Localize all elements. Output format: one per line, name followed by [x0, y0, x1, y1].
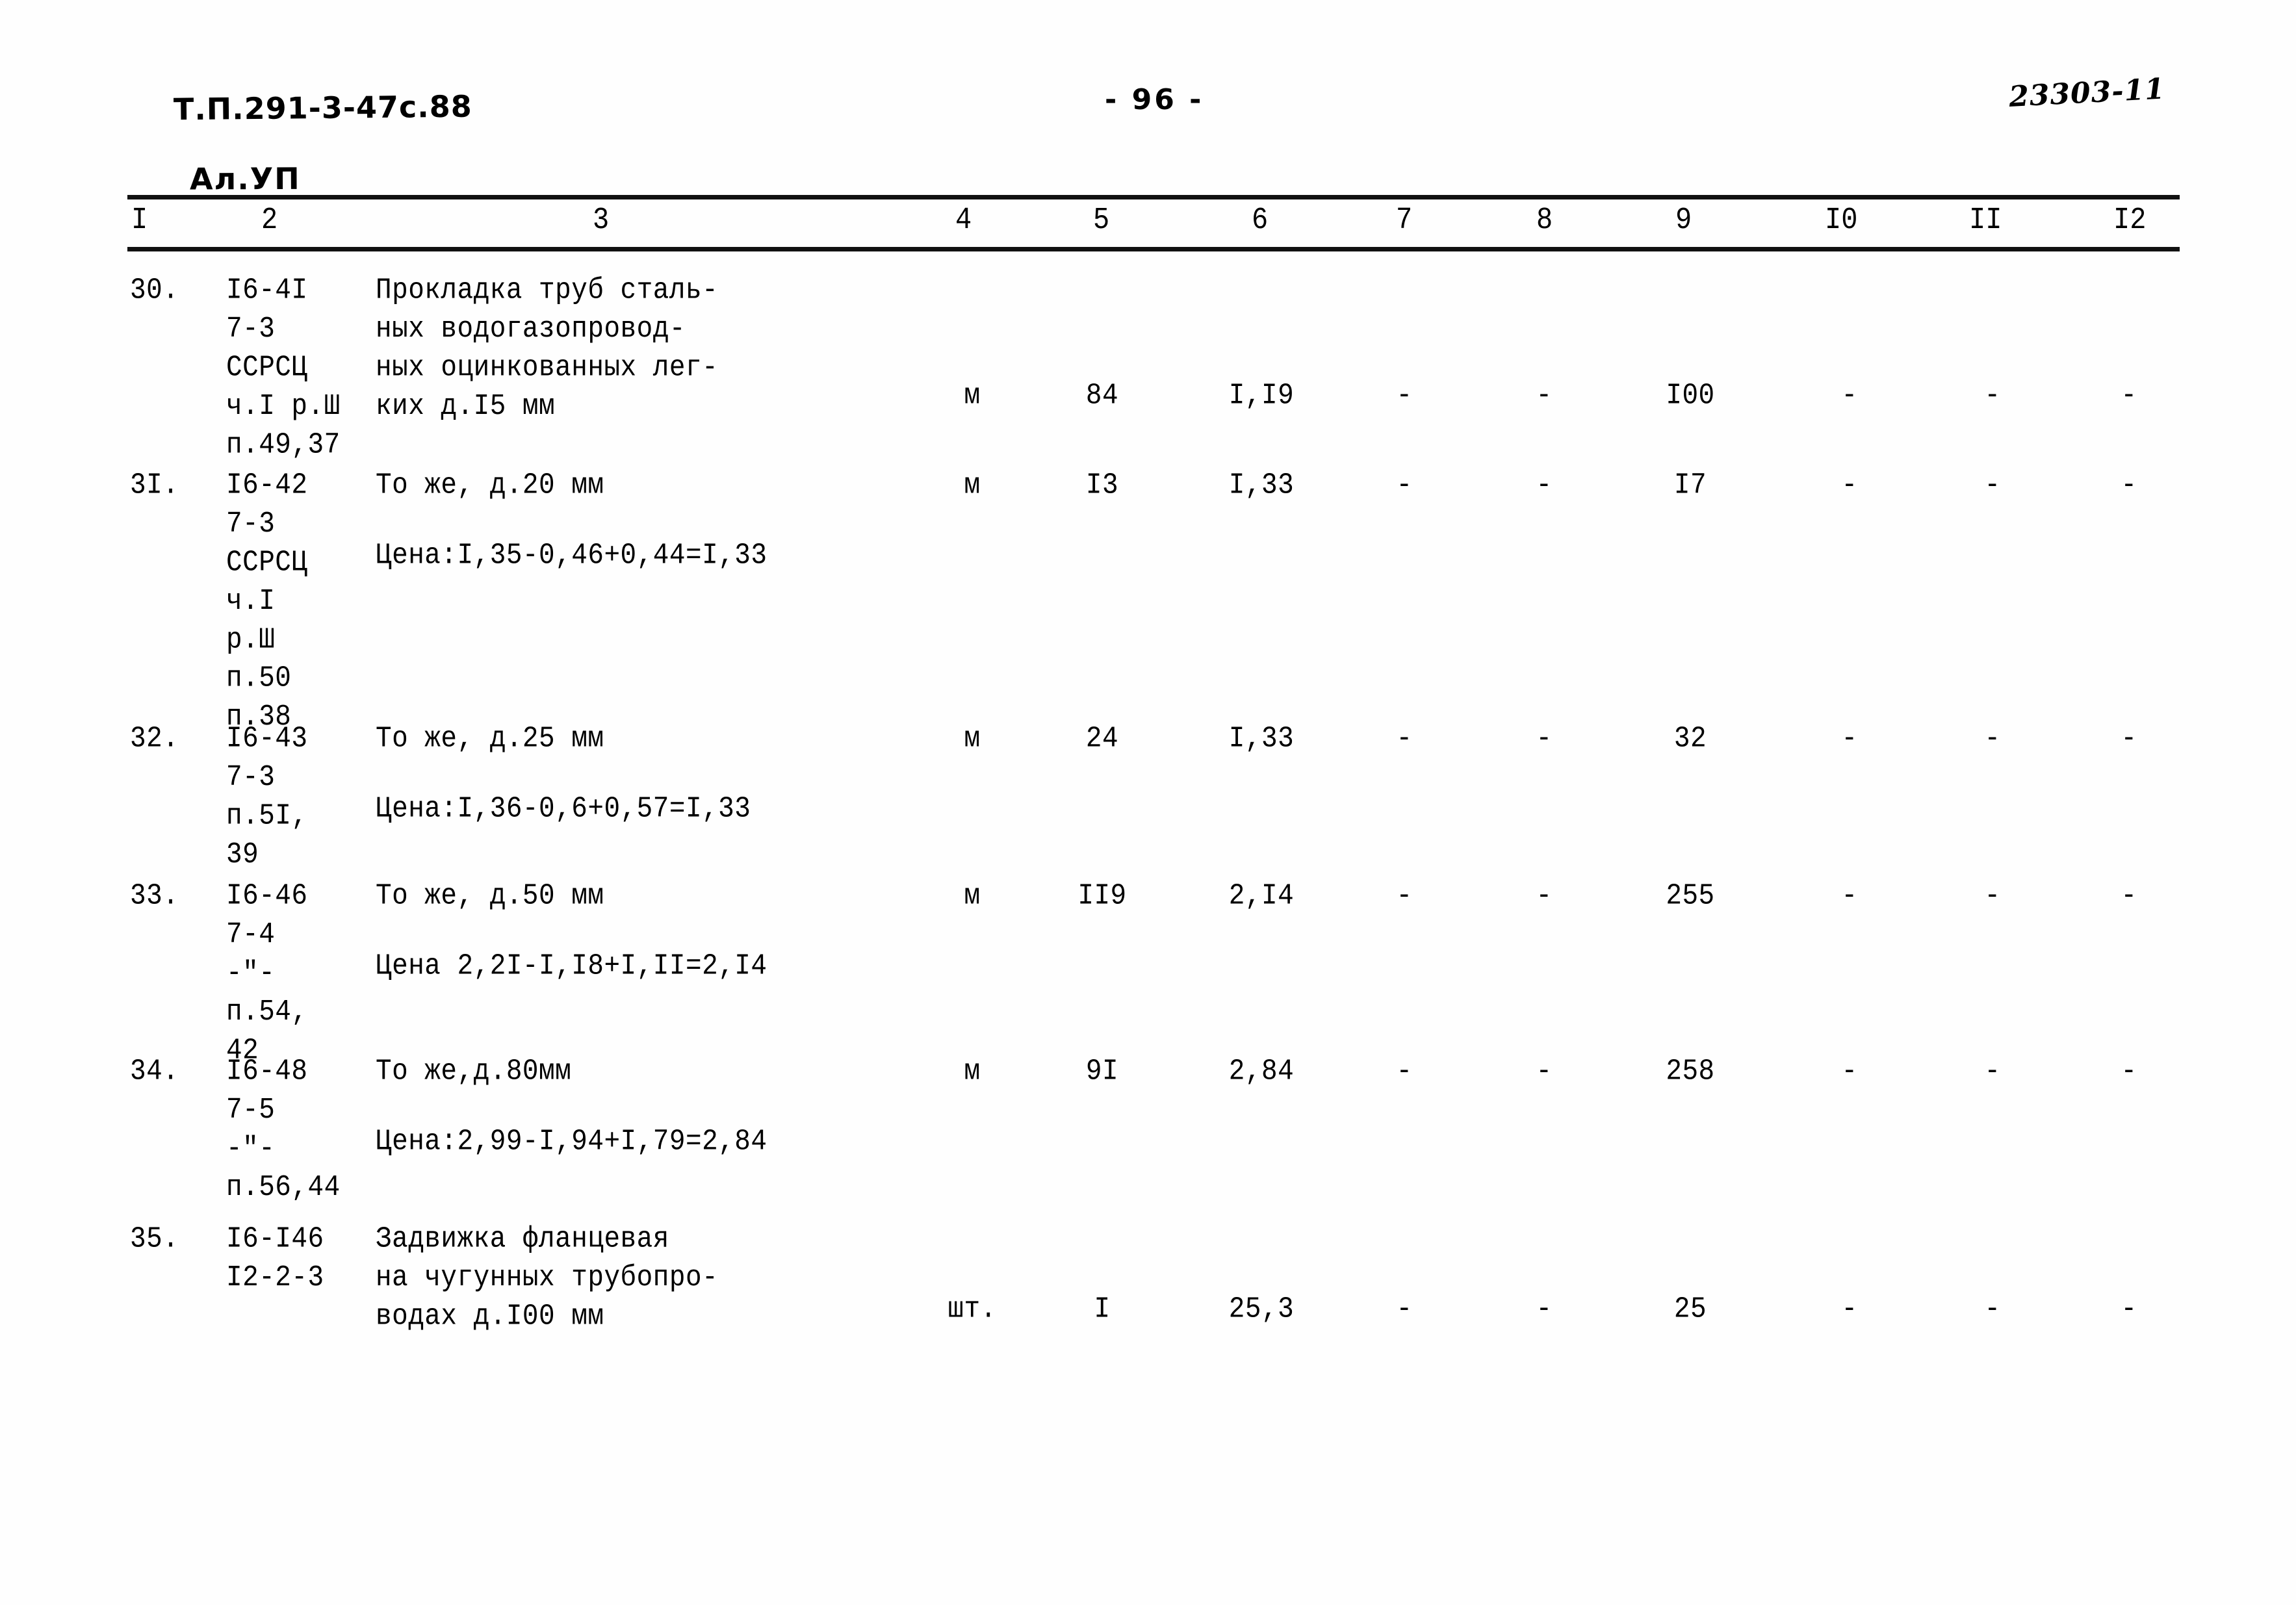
row-col11: - [1984, 379, 2001, 413]
row-col12: - [2121, 723, 2137, 756]
row-col8: - [1536, 1293, 1553, 1326]
column-header-12: I2 [2113, 203, 2147, 238]
row-col10: - [1841, 1055, 1858, 1088]
row-number: 30. [130, 274, 179, 307]
row-code: I6-46 7-4 -"- п.54, 42 [226, 880, 308, 1068]
row-col11: - [1984, 1293, 2001, 1326]
row-total: 25 [1673, 1293, 1707, 1326]
column-header-7: 7 [1396, 203, 1413, 238]
row-quantity: I3 [1085, 469, 1119, 502]
row-description: Задвижка фланцевая на чугунных трубопро-… [376, 1223, 719, 1333]
row-number: 35. [130, 1223, 179, 1256]
column-header-1: I [131, 203, 148, 238]
row-col7: - [1396, 880, 1413, 913]
row-col11: - [1984, 1055, 2001, 1088]
row-col7: - [1396, 469, 1413, 502]
row-col8: - [1536, 469, 1553, 502]
row-code: I6-43 7-3 п.5I, 39 [226, 723, 308, 872]
row-total: 32 [1673, 723, 1707, 756]
column-header-9: 9 [1675, 203, 1692, 238]
row-col8: - [1536, 723, 1553, 756]
row-number: 32. [130, 723, 179, 756]
row-unit: м [964, 723, 981, 756]
page-number: - 96 - [1105, 83, 1204, 116]
row-price: I,33 [1228, 723, 1295, 756]
column-header-11: II [1969, 203, 2002, 238]
row-col7: - [1396, 1055, 1413, 1088]
row-col10: - [1841, 379, 1858, 413]
row-unit: м [964, 880, 981, 913]
document-code-line2: Ал.УП [189, 160, 301, 197]
table-column-header-row: I 2 3 4 5 6 7 8 9 I0 II I2 [127, 203, 2180, 244]
row-total: I7 [1673, 469, 1707, 502]
row-description: То же, д.25 мм [376, 723, 604, 756]
row-unit: м [964, 469, 981, 502]
row-col11: - [1984, 880, 2001, 913]
row-code: I6-42 7-3 ССРСЦ ч.I р.Ш п.50 п.38 [226, 469, 308, 734]
row-code: I6-4I 7-3 ССРСЦ ч.I р.Ш п.49,37 [226, 274, 341, 462]
column-header-8: 8 [1536, 203, 1553, 238]
row-total: I00 [1666, 379, 1715, 413]
row-note: Цена:I,35-0,46+0,44=I,33 [376, 539, 767, 572]
row-quantity: 24 [1085, 723, 1119, 756]
row-col8: - [1536, 880, 1553, 913]
row-col11: - [1984, 723, 2001, 756]
row-quantity: 84 [1085, 379, 1119, 413]
row-col12: - [2121, 880, 2137, 913]
row-col8: - [1536, 1055, 1553, 1088]
table-header-rule [127, 247, 2180, 251]
row-quantity: II9 [1077, 880, 1127, 913]
row-number: 3I. [130, 469, 179, 502]
row-quantity: I [1094, 1293, 1111, 1326]
row-quantity: 9I [1085, 1055, 1119, 1088]
row-col12: - [2121, 1293, 2137, 1326]
row-col12: - [2121, 379, 2137, 413]
row-col7: - [1396, 1293, 1413, 1326]
row-price: I,I9 [1228, 379, 1295, 413]
document-page: Т.П.291-3-47с.88 Ал.УП - 96 - 23303-11 I… [0, 0, 2296, 1605]
row-code: I6-I46 I2-2-3 [226, 1223, 324, 1295]
row-col12: - [2121, 469, 2137, 502]
row-total: 258 [1666, 1055, 1715, 1088]
row-price: I,33 [1228, 469, 1295, 502]
row-note: Цена:I,36-0,6+0,57=I,33 [376, 793, 751, 826]
row-col12: - [2121, 1055, 2137, 1088]
row-unit: шт. [948, 1293, 997, 1326]
row-col7: - [1396, 723, 1413, 756]
column-header-10: I0 [1825, 203, 1858, 238]
archive-code: 23303-11 [2008, 72, 2166, 114]
column-header-5: 5 [1093, 203, 1110, 238]
row-price: 25,3 [1228, 1293, 1295, 1326]
table-top-rule [127, 195, 2180, 199]
row-note: Цена:2,99-I,94+I,79=2,84 [376, 1125, 767, 1159]
row-price: 2,I4 [1228, 880, 1295, 913]
row-col8: - [1536, 379, 1553, 413]
row-total: 255 [1666, 880, 1715, 913]
row-code: I6-48 7-5 -"- п.56,44 [226, 1055, 341, 1205]
column-header-2: 2 [261, 203, 278, 238]
document-code-line1: Т.П.291-3-47с.88 [173, 88, 472, 127]
row-number: 34. [130, 1055, 179, 1088]
row-col10: - [1841, 469, 1858, 502]
row-price: 2,84 [1228, 1055, 1295, 1088]
row-col10: - [1841, 880, 1858, 913]
row-description: То же,д.80мм [376, 1055, 572, 1088]
row-col10: - [1841, 1293, 1858, 1326]
row-description: То же, д.50 мм [376, 880, 604, 913]
column-header-4: 4 [955, 203, 972, 238]
column-header-6: 6 [1252, 203, 1269, 238]
row-col10: - [1841, 723, 1858, 756]
row-number: 33. [130, 880, 179, 913]
row-description: Прокладка труб сталь- ных водогазопровод… [376, 274, 719, 424]
row-note: Цена 2,2I-I,I8+I,II=2,I4 [376, 950, 767, 983]
row-unit: м [964, 1055, 981, 1088]
row-description: То же, д.20 мм [376, 469, 604, 502]
row-col7: - [1396, 379, 1413, 413]
row-col11: - [1984, 469, 2001, 502]
row-unit: м [964, 379, 981, 413]
column-header-3: 3 [593, 203, 610, 238]
